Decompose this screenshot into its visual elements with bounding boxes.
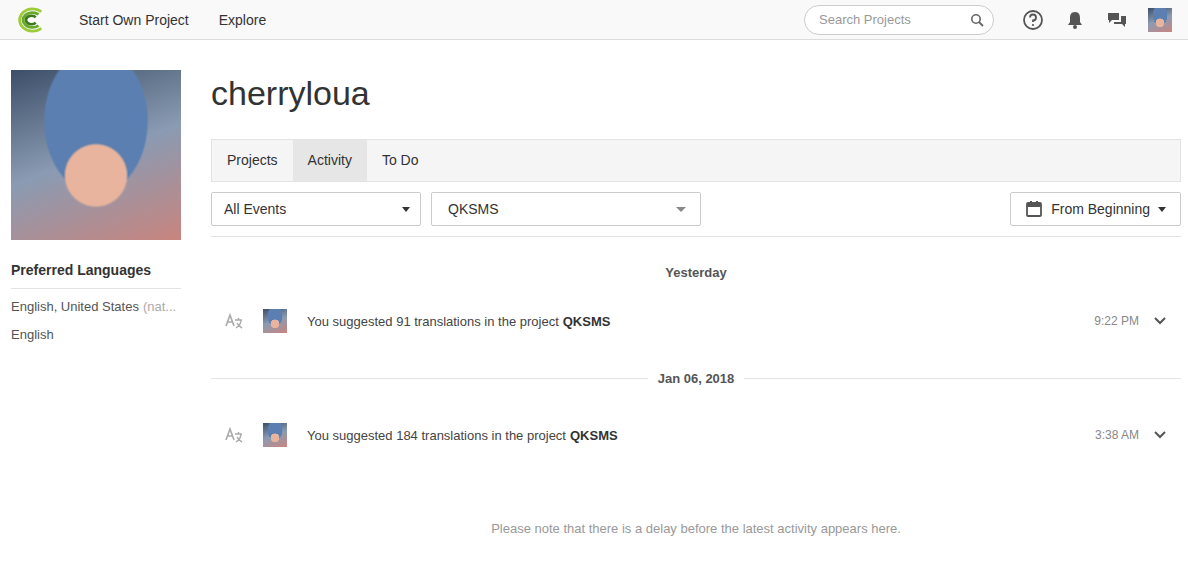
event-filter[interactable]: All Events [211,192,421,226]
nav-link[interactable]: Explore [219,12,266,28]
user-avatar [263,423,287,447]
chevron-down-icon[interactable] [1153,316,1167,326]
activity-row[interactable]: You suggested 184 translations in the pr… [211,407,1181,463]
project-filter[interactable]: QKSMS [431,192,701,226]
help-icon[interactable] [1022,9,1044,31]
profile-sidebar: Preferred Languages English, United State… [11,70,191,537]
notifications-bell-icon[interactable] [1064,9,1086,31]
language-item: English [11,325,191,345]
date-divider: Jan 06, 2018 [211,349,1181,407]
search-icon[interactable] [970,13,984,27]
translate-icon [224,426,244,444]
logo-icon[interactable] [13,6,51,34]
page: Start Own Project Explore Search Projects P… [0,0,1188,585]
language-item: English, United States(nat... [11,297,191,317]
tab[interactable]: To Do [367,140,434,181]
activity-group: Jan 06, 2018 You suggested 184 translatio… [211,349,1181,463]
activity-text: You suggested 184 translations in the pr… [307,428,1095,443]
calendar-icon [1025,200,1043,218]
search-field[interactable]: Search Projects [804,5,994,35]
tab[interactable]: Activity [293,140,367,181]
languages-title: Preferred Languages [11,262,181,289]
profile-photo [11,70,181,240]
search-placeholder: Search Projects [819,12,970,27]
translate-icon [224,312,244,330]
tab[interactable]: Projects [212,140,293,181]
user-avatar[interactable] [1148,8,1172,32]
top-bar: Start Own Project Explore Search Projects [0,0,1188,40]
username: cherryloua [211,70,1181,116]
tab-bar: ProjectsActivityTo Do [211,139,1181,182]
nav-link[interactable]: Start Own Project [79,12,189,28]
nav-links: Start Own Project Explore [79,12,266,28]
main-content: cherrylouaProjectsActivityTo DoAll Event… [211,70,1181,537]
filter-bar: All Events QKSMS From Beginning [211,182,1181,237]
chevron-down-icon[interactable] [1153,430,1167,440]
activity-time: 3:38 AM [1095,428,1139,442]
date-heading: Yesterday [211,237,1181,293]
activity-feed: Yesterday You suggested 91 translations i… [211,237,1181,537]
messages-icon[interactable] [1106,9,1128,31]
delay-note: Please note that there is a delay before… [211,521,1181,537]
activity-text: You suggested 91 translations in the pro… [307,314,1094,329]
activity-time: 9:22 PM [1094,314,1139,328]
profile-body: Preferred Languages English, United State… [0,40,1188,537]
activity-row[interactable]: You suggested 91 translations in the pro… [211,293,1181,349]
activity-group: Yesterday You suggested 91 translations i… [211,237,1181,349]
date-range-button[interactable]: From Beginning [1010,192,1181,226]
user-avatar [263,309,287,333]
